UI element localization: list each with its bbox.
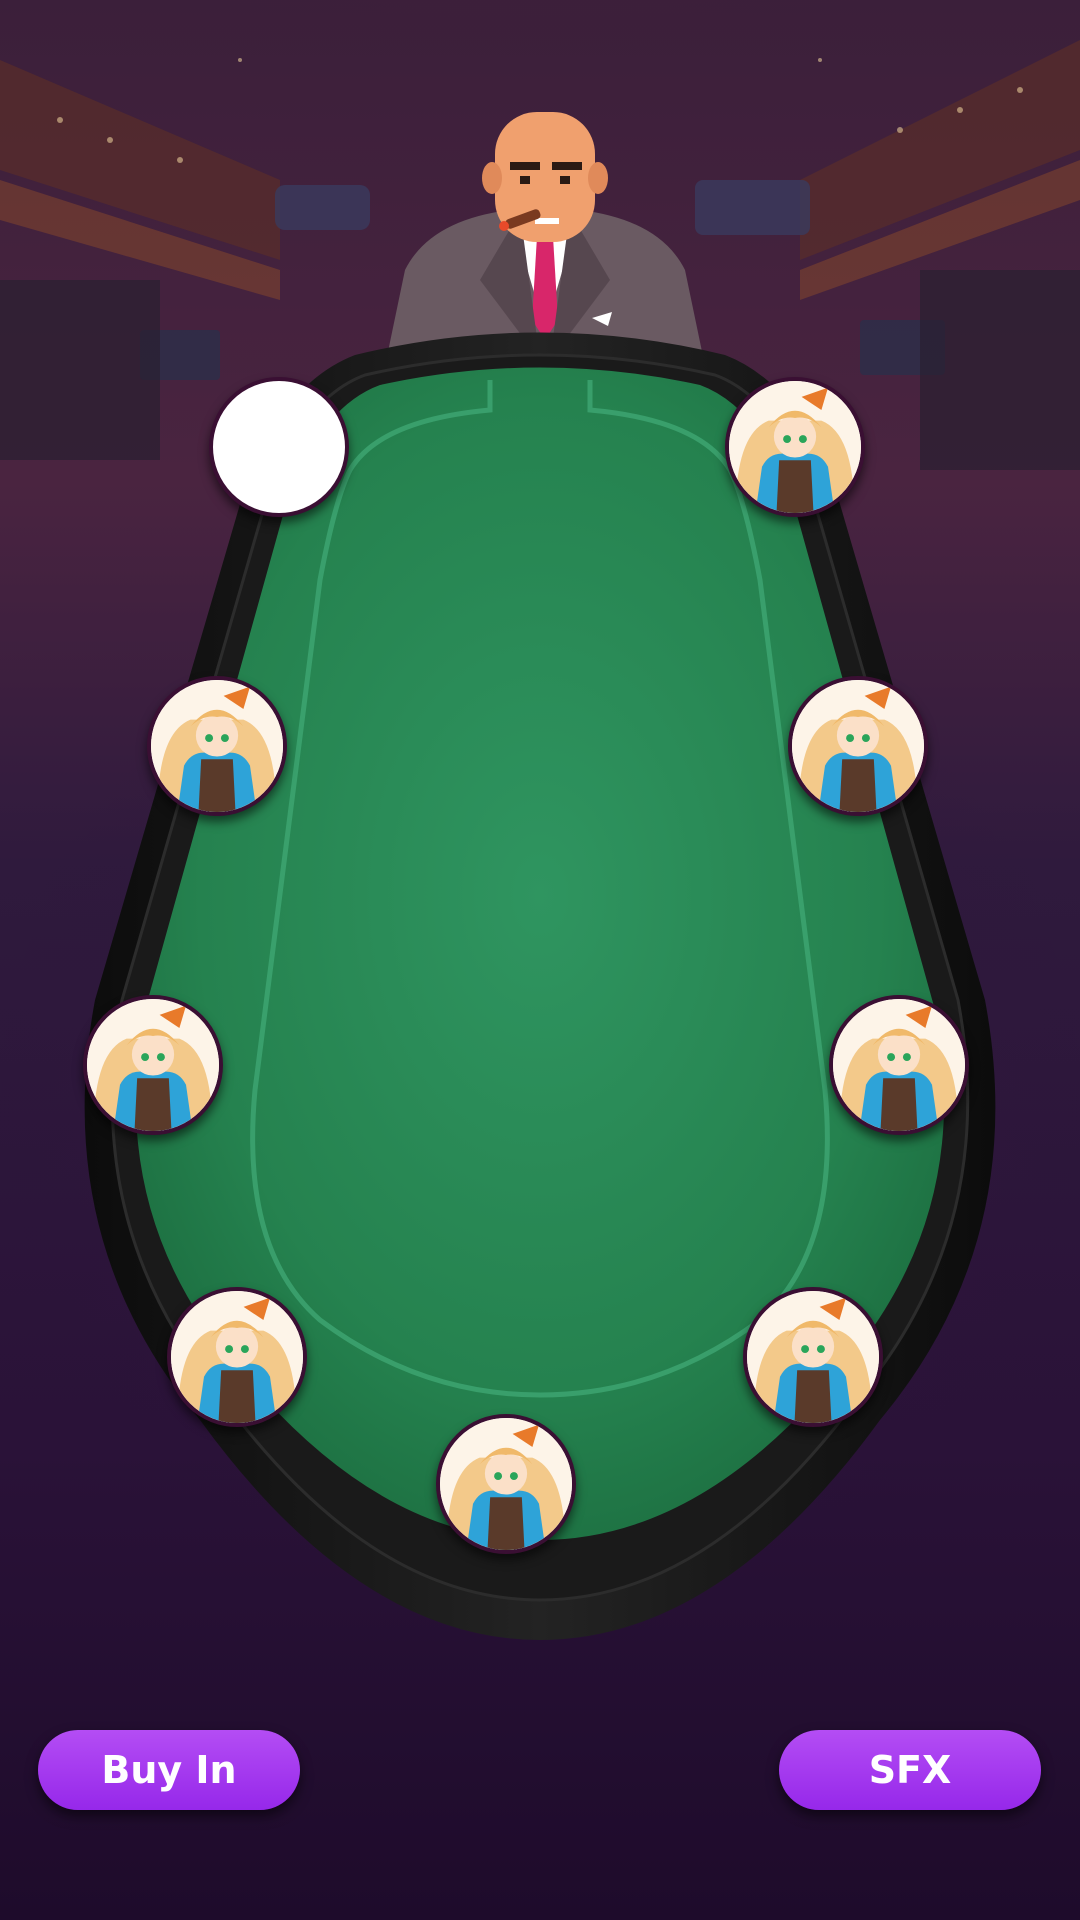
player-avatar-icon xyxy=(151,680,283,812)
seat-top-left-empty[interactable] xyxy=(209,377,349,517)
seat-middle-right[interactable] xyxy=(829,995,969,1135)
poker-table-scene: Buy In SFX xyxy=(0,0,1080,1920)
seat-top-right[interactable] xyxy=(725,377,865,517)
player-avatar-icon xyxy=(87,999,219,1131)
player-avatar-icon xyxy=(171,1291,303,1423)
seat-upper-left[interactable] xyxy=(147,676,287,816)
seat-middle-left[interactable] xyxy=(83,995,223,1135)
player-avatar-icon xyxy=(833,999,965,1131)
player-avatar-icon xyxy=(440,1418,572,1550)
seat-lower-right[interactable] xyxy=(743,1287,883,1427)
player-avatar-icon xyxy=(792,680,924,812)
sfx-button[interactable]: SFX xyxy=(779,1730,1041,1810)
poker-table xyxy=(84,332,996,1640)
seat-upper-right[interactable] xyxy=(788,676,928,816)
seat-lower-left[interactable] xyxy=(167,1287,307,1427)
seat-bottom-center[interactable] xyxy=(436,1414,576,1554)
player-avatar-icon xyxy=(729,381,861,513)
player-avatar-icon xyxy=(747,1291,879,1423)
buy-in-button[interactable]: Buy In xyxy=(38,1730,300,1810)
